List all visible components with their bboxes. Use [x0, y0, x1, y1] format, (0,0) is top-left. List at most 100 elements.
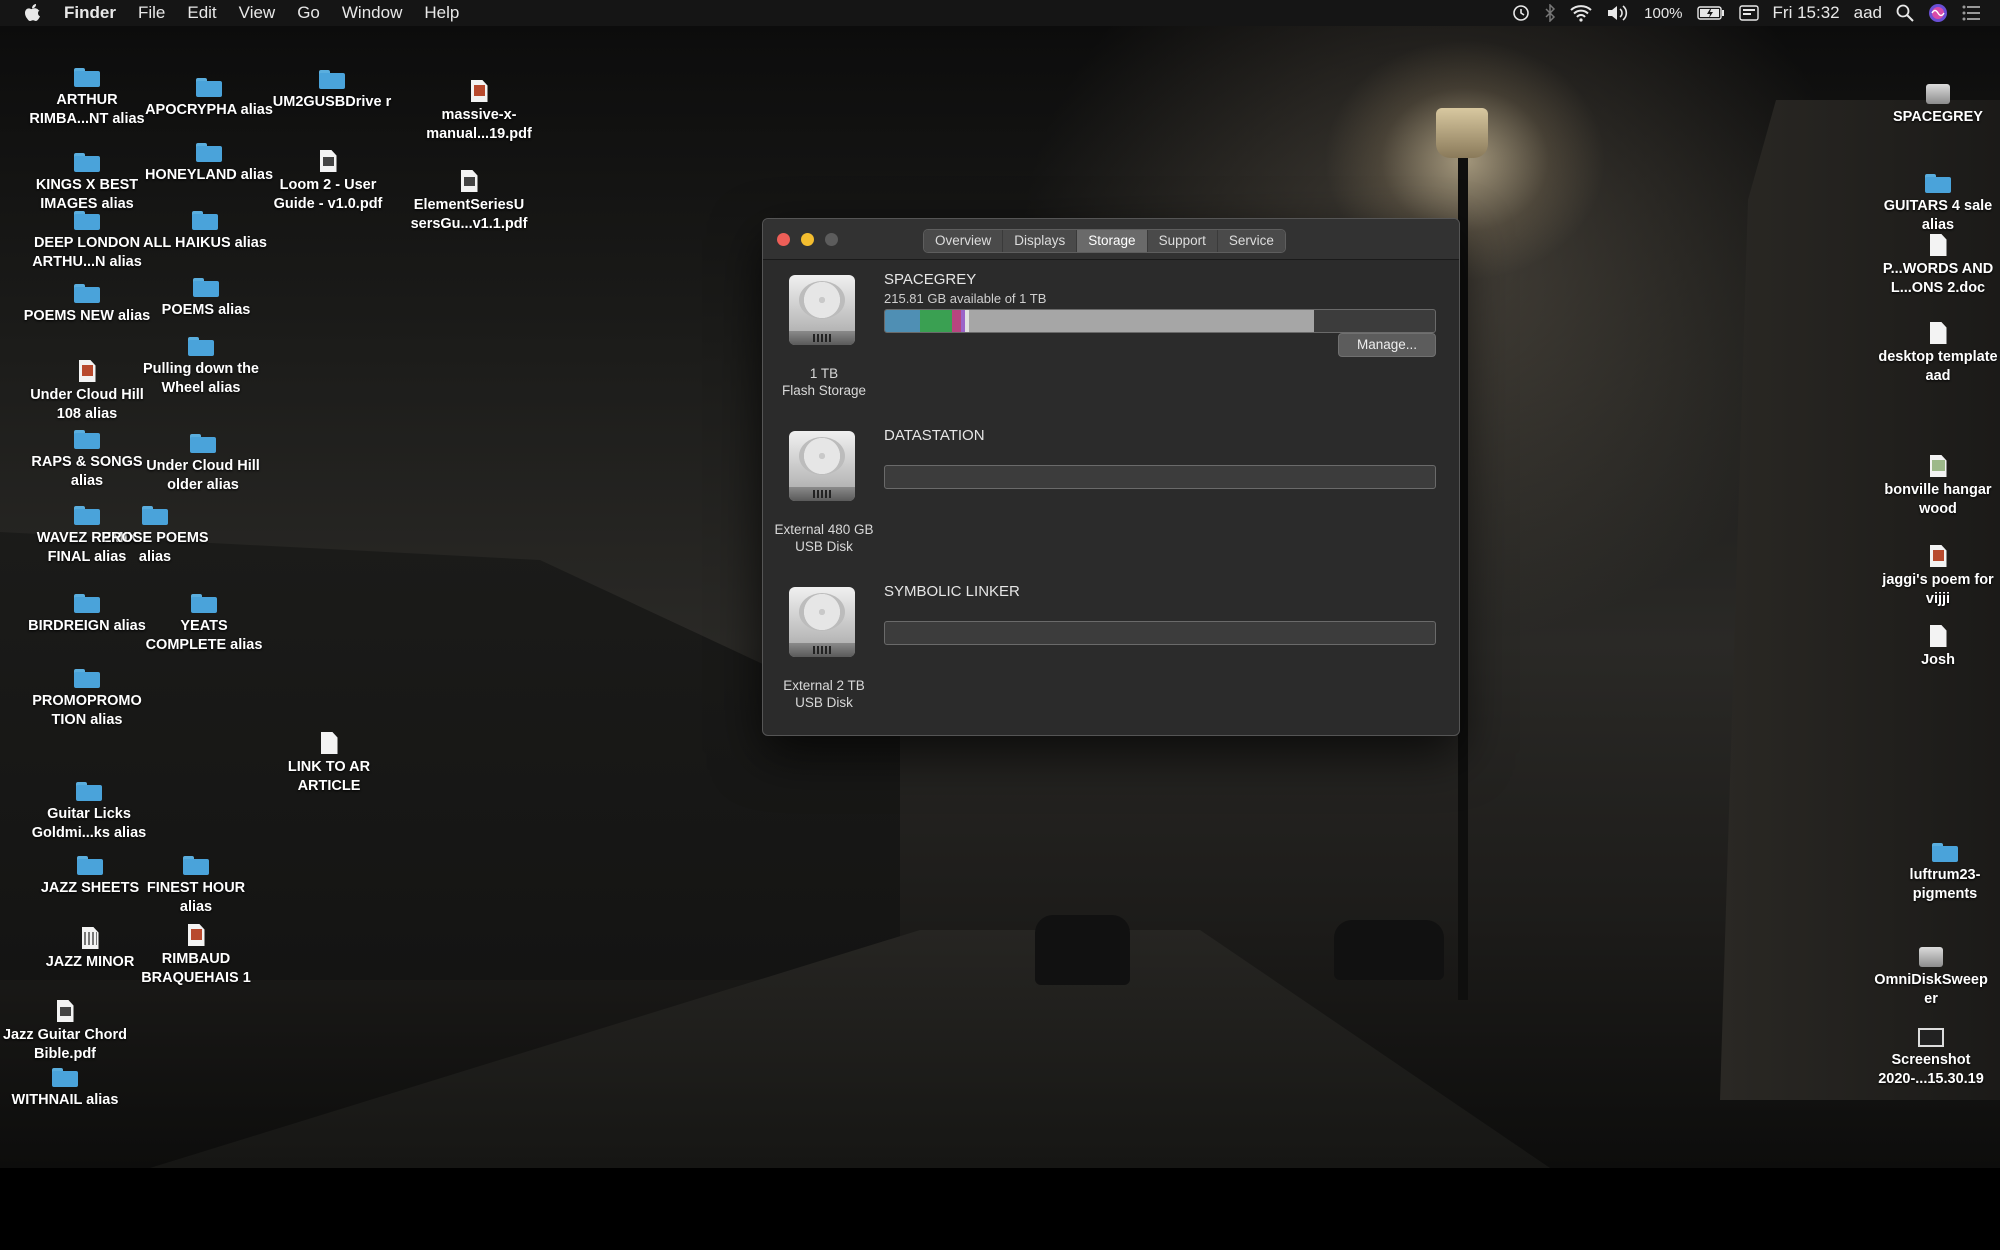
- desktop-icon[interactable]: ElementSeriesU sersGu...v1.1.pdf: [404, 170, 534, 234]
- desktop-icon[interactable]: GUITARS 4 sale alias: [1873, 174, 2000, 235]
- desktop-icon[interactable]: Jazz Guitar Chord Bible.pdf: [0, 1000, 130, 1064]
- menu-go[interactable]: Go: [297, 3, 320, 23]
- storage-usage-segment[interactable]: [919, 310, 952, 332]
- menu-window[interactable]: Window: [342, 3, 402, 23]
- folder-icon: [188, 337, 214, 356]
- apple-menu-icon[interactable]: [24, 3, 42, 23]
- storage-usage-segment[interactable]: [969, 310, 1314, 332]
- desktop-icon[interactable]: PROMOPROMO TION alias: [22, 669, 152, 730]
- desktop-icon[interactable]: WITHNAIL alias: [0, 1068, 130, 1110]
- tab-storage[interactable]: Storage: [1077, 230, 1148, 252]
- desktop-icon[interactable]: P...WORDS AND L...ONS 2.doc: [1873, 234, 2000, 298]
- menu-bar: Finder File Edit View Go Window Help 100…: [0, 0, 2000, 26]
- tab-support[interactable]: Support: [1147, 230, 1218, 252]
- desktop-icon[interactable]: Josh: [1873, 625, 2000, 670]
- display-menu-icon[interactable]: [1738, 5, 1759, 21]
- desktop-icon-label: WITHNAIL alias: [11, 1092, 119, 1108]
- wifi-icon[interactable]: [1570, 4, 1592, 22]
- desktop-icon[interactable]: UM2GUSBDrive r: [268, 70, 396, 112]
- desktop-icon-label: massive-x-manual...19.pdf: [426, 107, 532, 142]
- desktop-icon[interactable]: SPACEGREY: [1873, 84, 2000, 127]
- desktop-icon[interactable]: ARTHUR RIMBA...NT alias: [22, 68, 152, 129]
- desktop-icon-label: LINK TO AR ARTICLE: [287, 759, 371, 794]
- desktop-icon[interactable]: LINK TO AR ARTICLE: [264, 732, 394, 796]
- folder-icon: [76, 782, 102, 801]
- tab-service[interactable]: Service: [1217, 230, 1285, 252]
- storage-usage-bar[interactable]: [884, 621, 1436, 645]
- desktop-icon-label: Loom 2 - User Guide - v1.0.pdf: [273, 177, 383, 212]
- folder-icon: [74, 211, 100, 230]
- storage-usage-segment[interactable]: [951, 310, 962, 332]
- desktop-icon[interactable]: DEEP LONDON ARTHU...N alias: [22, 211, 152, 272]
- desktop-icon[interactable]: BIRDREIGN alias: [22, 594, 152, 636]
- desktop-icon[interactable]: luftrum23-pigments: [1880, 843, 2000, 904]
- desktop-icon[interactable]: FINEST HOUR alias: [131, 856, 261, 917]
- zoom-button[interactable]: [825, 233, 838, 246]
- menu-edit[interactable]: Edit: [187, 3, 216, 23]
- desktop-icon-label: Josh: [1921, 652, 1955, 668]
- desktop-icon[interactable]: Under Cloud Hill 108 alias: [22, 360, 152, 424]
- disk-capacity-label: External 2 TB: [783, 678, 865, 693]
- manage-button[interactable]: Manage...: [1338, 333, 1436, 357]
- minimize-button[interactable]: [801, 233, 814, 246]
- storage-usage-bar[interactable]: [884, 309, 1436, 333]
- desktop-icon[interactable]: Pulling down the Wheel alias: [136, 337, 266, 398]
- tab-overview[interactable]: Overview: [924, 230, 1004, 252]
- folder-icon: [74, 594, 100, 613]
- document-icon: [78, 360, 96, 382]
- desktop-icon-label: Jazz Guitar Chord Bible.pdf: [2, 1027, 128, 1062]
- menubar-clock[interactable]: Fri 15:32: [1773, 3, 1840, 23]
- desktop-icon-label: KINGS X BEST IMAGES alias: [35, 177, 139, 212]
- image-icon: [1929, 545, 1947, 567]
- drive-icon: [1926, 84, 1950, 104]
- desktop-icon[interactable]: OmniDiskSweep er: [1866, 947, 1996, 1009]
- battery-percent[interactable]: 100%: [1644, 5, 1682, 22]
- desktop-icon[interactable]: Screenshot 2020-...15.30.19: [1866, 1028, 1996, 1089]
- volume-icon[interactable]: [1606, 4, 1630, 22]
- storage-usage-segment[interactable]: [885, 310, 920, 332]
- desktop-icon[interactable]: RIMBAUD BRAQUEHAIS 1: [131, 924, 261, 988]
- folder-icon: [183, 856, 209, 875]
- desktop-icon[interactable]: POEMS NEW alias: [22, 284, 152, 326]
- desktop-icon[interactable]: YEATS COMPLETE alias: [139, 594, 269, 655]
- disk-name: DATASTATION: [884, 427, 985, 444]
- hard-drive-icon: [789, 587, 855, 657]
- disk-type-label: Flash Storage: [781, 383, 867, 398]
- time-machine-icon[interactable]: [1512, 4, 1530, 22]
- storage-usage-bar[interactable]: [884, 465, 1436, 489]
- desktop-icon[interactable]: PROSE POEMS alias: [90, 506, 220, 567]
- menu-app-finder[interactable]: Finder: [64, 3, 116, 23]
- bluetooth-icon[interactable]: [1544, 4, 1556, 22]
- desktop-icon[interactable]: Guitar Licks Goldmi...ks alias: [24, 782, 154, 843]
- desktop-icon[interactable]: Under Cloud Hill older alias: [138, 434, 268, 495]
- notification-center-icon[interactable]: [1962, 5, 1980, 21]
- desktop-icon-label: JAZZ MINOR: [45, 954, 135, 970]
- desktop-icon[interactable]: POEMS alias: [141, 278, 271, 320]
- desktop-icon[interactable]: desktop template aad: [1873, 322, 2000, 386]
- folder-icon: [74, 153, 100, 172]
- tab-displays[interactable]: Displays: [1003, 230, 1078, 252]
- desktop-icon[interactable]: APOCRYPHA alias: [144, 78, 274, 120]
- folder-icon: [142, 506, 168, 525]
- close-button[interactable]: [777, 233, 790, 246]
- desktop-icon[interactable]: Loom 2 - User Guide - v1.0.pdf: [262, 150, 394, 214]
- battery-icon[interactable]: [1696, 6, 1725, 20]
- menubar-user[interactable]: aad: [1854, 3, 1882, 23]
- folder-icon: [191, 594, 217, 613]
- menu-help[interactable]: Help: [424, 3, 459, 23]
- desktop-icon[interactable]: massive-x-manual...19.pdf: [414, 80, 544, 144]
- desktop-icon[interactable]: KINGS X BEST IMAGES alias: [22, 153, 152, 214]
- desktop-icon[interactable]: jaggi's poem for vijji: [1873, 545, 2000, 609]
- hard-drive-icon: [789, 431, 855, 501]
- menu-view[interactable]: View: [239, 3, 276, 23]
- desktop-icon-label: DEEP LONDON ARTHU...N alias: [32, 235, 142, 270]
- window-titlebar[interactable]: Overview Displays Storage Support Servic…: [763, 219, 1459, 260]
- desktop-icon[interactable]: bonville hangar wood: [1873, 455, 2000, 519]
- desktop-icon-label: Pulling down the Wheel alias: [143, 361, 259, 396]
- desktop-icon[interactable]: HONEYLAND alias: [144, 143, 274, 185]
- spotlight-search-icon[interactable]: [1896, 4, 1914, 22]
- siri-icon[interactable]: [1928, 3, 1948, 23]
- desktop-icon[interactable]: RAPS & SONGS alias: [22, 430, 152, 491]
- menu-file[interactable]: File: [138, 3, 165, 23]
- desktop-icon[interactable]: ALL HAIKUS alias: [140, 211, 270, 253]
